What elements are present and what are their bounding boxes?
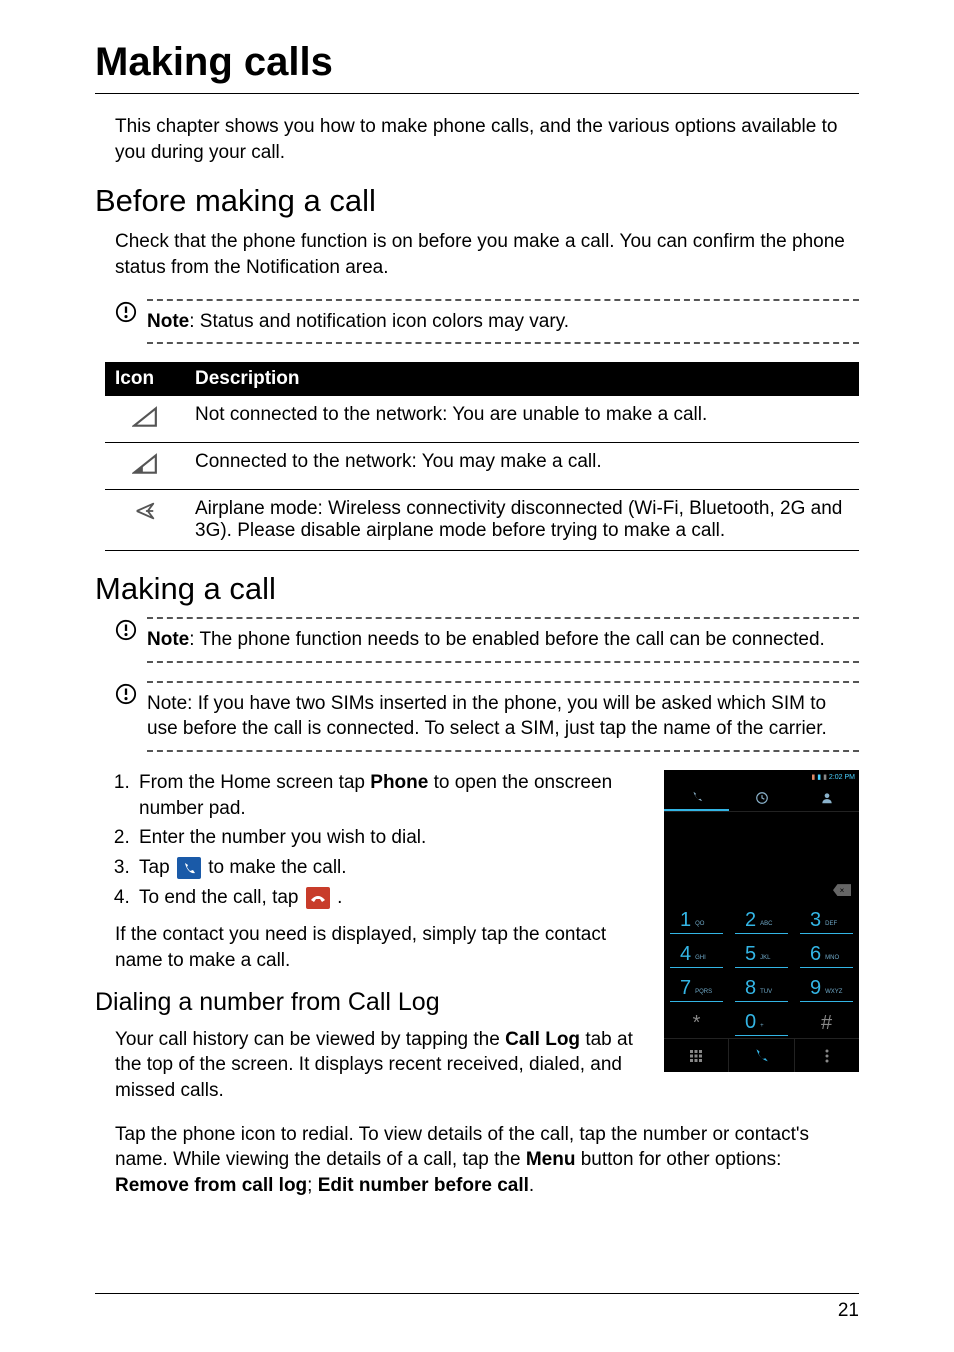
th-icon: Icon	[105, 362, 185, 396]
bold: Call Log	[505, 1029, 580, 1050]
t: ;	[307, 1175, 318, 1196]
grid-icon	[690, 1050, 702, 1062]
footer-rule	[95, 1293, 859, 1294]
page-number: 21	[95, 1300, 859, 1322]
tab-dialer[interactable]	[664, 784, 729, 811]
more-icon	[825, 1049, 829, 1063]
chapter-intro: This chapter shows you how to make phone…	[95, 114, 859, 165]
alert-icon	[115, 301, 137, 323]
key-4[interactable]: 4GHI	[670, 938, 723, 968]
note-enable-phone: Note: The phone function needs to be ena…	[95, 617, 859, 663]
clock-icon	[755, 791, 769, 805]
note-label: Note	[147, 629, 189, 650]
endcall-icon	[306, 887, 330, 909]
note-dual-sim: Note: If you have two SIMs inserted in t…	[95, 681, 859, 752]
key-1[interactable]: 1QO	[670, 904, 723, 934]
note-label: Note	[147, 311, 189, 332]
table-row: Connected to the network: You may make a…	[105, 443, 859, 490]
key-3[interactable]: 3DEF	[800, 904, 853, 934]
cell-desc: Connected to the network: You may make a…	[185, 443, 859, 490]
t: Your call history can be viewed by tappi…	[115, 1029, 505, 1050]
note-text: : Status and notification icon colors ma…	[189, 311, 569, 332]
icon-table: Icon Description Not connected to the ne…	[105, 362, 859, 551]
phone-time: 2:02 PM	[829, 774, 855, 781]
chapter-rule	[95, 93, 859, 94]
alert-icon	[115, 683, 137, 705]
list-item: Enter the number you wish to dial.	[135, 825, 634, 851]
key-8[interactable]: 8TUV	[735, 972, 788, 1002]
signal-empty-icon	[132, 406, 158, 428]
table-row: Not connected to the network: You are un…	[105, 396, 859, 443]
step-text: .	[337, 887, 342, 908]
key-5[interactable]: 5JKL	[735, 938, 788, 968]
bold: Edit number before call	[318, 1175, 529, 1196]
th-desc: Description	[185, 362, 859, 396]
step-text: Tap	[139, 857, 175, 878]
step-text: To end the call, tap	[139, 887, 304, 908]
dial-icon	[177, 857, 201, 879]
steps-list: From the Home screen tap Phone to open t…	[95, 770, 634, 910]
phone-icon	[752, 1047, 770, 1065]
grid-button[interactable]	[664, 1039, 729, 1072]
phone-status-bar: ▮▮▮ 2:02 PM	[664, 770, 859, 784]
signal-partial-icon	[132, 453, 158, 475]
note-text: : The phone function needs to be enabled…	[189, 629, 825, 650]
bold: Remove from call log	[115, 1175, 307, 1196]
step-bold: Phone	[370, 772, 428, 793]
note-status-colors: Note: Status and notification icon color…	[95, 299, 859, 345]
step-text: to make the call.	[208, 857, 346, 878]
backspace-icon[interactable]: ×	[833, 884, 851, 896]
phone-screenshot: ▮▮▮ 2:02 PM ×	[664, 770, 859, 1072]
dialing-body1: Your call history can be viewed by tappi…	[95, 1027, 634, 1104]
cell-desc: Airplane mode: Wireless connectivity dis…	[185, 490, 859, 551]
key-hash[interactable]: #	[800, 1006, 853, 1036]
section-before-title: Before making a call	[95, 183, 859, 219]
table-row: Airplane mode: Wireless connectivity dis…	[105, 490, 859, 551]
key-9[interactable]: 9WXYZ	[800, 972, 853, 1002]
airplane-icon	[132, 500, 158, 522]
list-item: From the Home screen tap Phone to open t…	[135, 770, 634, 821]
key-6[interactable]: 6MNO	[800, 938, 853, 968]
chapter-title: Making calls	[95, 40, 859, 85]
key-star[interactable]: *	[670, 1006, 723, 1036]
tab-recent[interactable]	[729, 784, 794, 811]
key-0[interactable]: 0+	[735, 1006, 788, 1036]
note-text: Note: If you have two SIMs inserted in t…	[147, 681, 859, 752]
dialing-title: Dialing a number from Call Log	[95, 988, 634, 1017]
key-2[interactable]: 2ABC	[735, 904, 788, 934]
key-7[interactable]: 7PQRS	[670, 972, 723, 1002]
tab-contacts[interactable]	[794, 784, 859, 811]
phone-icon	[690, 790, 704, 804]
menu-button[interactable]	[795, 1039, 859, 1072]
step-text: Enter the number you wish to dial.	[139, 827, 426, 848]
step-text: From the Home screen tap	[139, 772, 370, 793]
after-list: If the contact you need is displayed, si…	[95, 922, 634, 973]
t: button for other options:	[575, 1149, 781, 1170]
list-item: To end the call, tap .	[135, 885, 634, 911]
cell-desc: Not connected to the network: You are un…	[185, 396, 859, 443]
section-before-body: Check that the phone function is on befo…	[95, 229, 859, 280]
person-icon	[820, 791, 834, 805]
section-making-title: Making a call	[95, 571, 859, 607]
dialing-body2: Tap the phone icon to redial. To view de…	[95, 1122, 859, 1199]
call-button[interactable]	[729, 1039, 794, 1072]
keypad: 1QO 2ABC 3DEF 4GHI 5JKL 6MNO 7PQRS 8TUV …	[664, 902, 859, 1038]
list-item: Tap to make the call.	[135, 855, 634, 881]
bold: Menu	[526, 1149, 576, 1170]
t: .	[529, 1175, 534, 1196]
alert-icon	[115, 619, 137, 641]
